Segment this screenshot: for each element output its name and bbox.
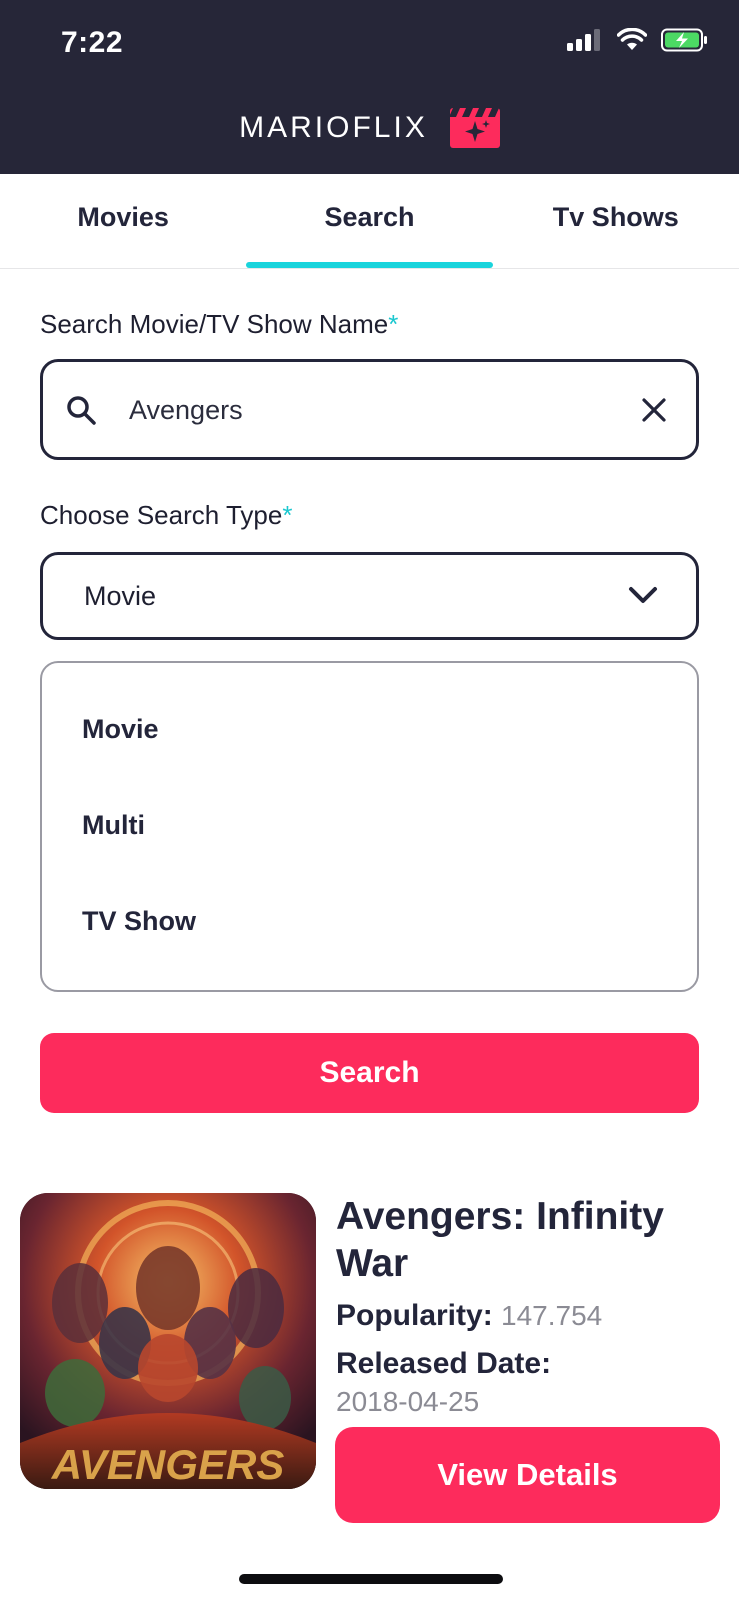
dropdown-option-tv-show[interactable]: TV Show (82, 906, 196, 937)
tab-movies[interactable]: Movies (0, 174, 246, 268)
poster-title-text: AVENGERS (51, 1441, 285, 1488)
popularity-value: 147.754 (501, 1300, 603, 1331)
search-type-dropdown: Movie Multi TV Show (40, 661, 699, 992)
dropdown-option-movie[interactable]: Movie (82, 714, 159, 745)
signal-icon (567, 29, 600, 51)
search-type-selected-value[interactable]: Movie (84, 581, 156, 612)
view-details-button[interactable]: View Details (335, 1427, 720, 1523)
popularity-label: Popularity: (336, 1299, 493, 1332)
required-asterisk: * (388, 309, 399, 339)
app-header: 7:22 MARIOFLIX (0, 0, 739, 174)
search-input[interactable]: Avengers (40, 359, 699, 460)
result-title: Avengers: Infinity War (336, 1195, 664, 1285)
tab-tv-shows[interactable]: Tv Shows (493, 174, 739, 268)
search-type-label-text: Choose Search Type (40, 500, 283, 530)
search-name-label-text: Search Movie/TV Show Name (40, 309, 389, 339)
brand: MARIOFLIX (0, 108, 739, 148)
status-icons (567, 28, 709, 52)
poster-image: AVENGERS (20, 1193, 316, 1489)
clapperboard-sparkle-icon (449, 108, 500, 148)
popularity-line: Popularity: 147.754 (336, 1299, 602, 1333)
released-label-line: Released Date: (336, 1347, 551, 1381)
dropdown-option-multi[interactable]: Multi (82, 810, 145, 841)
search-name-label: Search Movie/TV Show Name* (40, 309, 398, 340)
tab-bar: Movies Search Tv Shows (0, 174, 739, 269)
clear-icon[interactable] (640, 396, 668, 424)
wifi-icon (617, 28, 647, 50)
search-icon (67, 396, 96, 425)
app-name: MARIOFLIX (239, 111, 428, 144)
battery-charging-icon (661, 28, 707, 52)
tab-search[interactable]: Search (246, 174, 493, 268)
movie-poster[interactable]: AVENGERS (20, 1193, 316, 1489)
released-value: 2018-04-25 (336, 1386, 480, 1417)
home-indicator[interactable] (239, 1574, 503, 1584)
search-type-select[interactable]: Movie (40, 552, 699, 640)
search-type-label: Choose Search Type* (40, 500, 292, 531)
search-input-value[interactable]: Avengers (129, 395, 243, 426)
search-button[interactable]: Search (40, 1033, 699, 1113)
required-asterisk: * (282, 500, 293, 530)
released-label: Released Date: (336, 1347, 552, 1380)
chevron-down-icon[interactable] (628, 584, 658, 606)
status-time: 7:22 (61, 26, 124, 59)
